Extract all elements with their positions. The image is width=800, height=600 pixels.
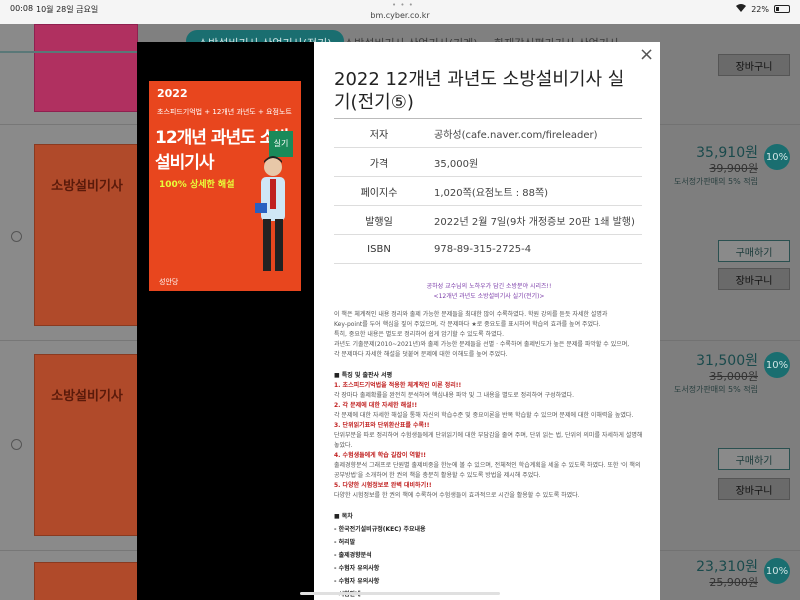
status-bar: 00:08 10월 28일 금요일 • • • bm.cyber.co.kr 2… [0, 0, 800, 24]
sale-price: 23,310원 [696, 559, 758, 575]
discount-badge: 10% [764, 144, 790, 170]
info-row: ISBN 978-89-315-2725-4 [334, 235, 642, 264]
info-row: 저자 공하성(cafe.naver.com/fireleader) [334, 119, 642, 148]
info-label: 가격 [369, 158, 389, 170]
buy-button-3[interactable]: 구매하기 [718, 448, 790, 470]
toc-item: - 허리말 [334, 539, 356, 546]
point-note: 도서정가판매의 5% 적립 [673, 177, 758, 186]
product-cover-2[interactable]: 소방설비기사 [34, 144, 138, 326]
info-row: 페이지수 1,020쪽(요점노트 : 88쪽) [334, 177, 642, 206]
cover-publisher: 성안당 [159, 278, 179, 286]
battery-percent: 22% [751, 4, 769, 14]
desc-paragraph: 과년도 기출문제(2010~2021년)와 출제 가능한 문제들을 선별 · 수… [334, 341, 630, 348]
feature-text: 단위부분을 따로 정리하여 수험생들에게 단위읽기에 대한 부담감을 줄여 주며… [334, 432, 643, 449]
cover-subtitle: 초스피드기억법 + 12개년 과년도 + 요점노트 [157, 108, 292, 116]
product-cover-title: 소방설비기사 [51, 389, 123, 404]
feature-title: 4. 수험생들에게 학습 길잡이 역할!! [334, 452, 427, 459]
original-price: 39,900원 [709, 162, 758, 175]
toc-item: - 수험자 유의사항 [334, 565, 380, 572]
toc-heading: ■ 목차 [334, 513, 353, 520]
feature-title: 3. 단위읽기표와 단위환산표를 수록!! [334, 422, 430, 429]
address-bar[interactable]: bm.cyber.co.kr [0, 11, 800, 20]
feature-title: 1. 초스피드기억법을 적용한 체계적인 이론 정리!! [334, 382, 462, 389]
feature-text: 다양한 시험정보를 한 권의 책에 수록하여 수험생들이 효과적으로 시간을 활… [334, 492, 580, 499]
cart-button-2[interactable]: 장바구니 [718, 268, 790, 290]
info-value: 2022년 2월 7일(9차 개정증보 20판 1쇄 발행) [434, 216, 635, 228]
original-price: 25,900원 [709, 576, 758, 589]
desc-series: <12개년 과년도 소방설비기사 실기(전기)> [433, 293, 545, 300]
close-icon[interactable]: × [639, 46, 654, 64]
info-value: 공하성(cafe.naver.com/fireleader) [434, 129, 598, 141]
status-icons: 22% [736, 4, 790, 14]
desc-paragraph: 특히, 중요한 내용은 별도로 정리하여 쉽게 암기할 수 있도록 하였다. [334, 331, 505, 338]
buy-button-2[interactable]: 구매하기 [718, 240, 790, 262]
cover-highlight: 100% 상세한 해설 [159, 180, 235, 190]
point-note: 도서정가판매의 5% 적립 [673, 385, 758, 394]
sale-price: 35,910원 [696, 145, 758, 161]
discount-badge: 10% [764, 558, 790, 584]
feature-title: 2. 각 문제에 대한 자세한 해설!! [334, 402, 418, 409]
product-image-column: 소방설비기사 소방설비기사 [0, 24, 138, 600]
feature-text: 출제경향분석 그래프로 단원별 출제비중을 한눈에 볼 수 있으며, 전체적인 … [334, 462, 641, 479]
home-indicator[interactable] [300, 592, 500, 595]
feature-text: 각 장마다 출제확률을 완전히 분석하여 핵심내용 파악 및 그 내용을 별도로… [334, 392, 575, 399]
product-cover-4[interactable] [34, 562, 138, 600]
info-value: 1,020쪽(요점노트 : 88쪽) [434, 187, 549, 199]
desc-paragraph: 각 문제마다 자세한 해설을 덧붙여 문제에 대한 이해도를 높여 주었다. [334, 351, 508, 358]
wifi-icon [736, 4, 747, 14]
info-row: 발행일 2022년 2월 7일(9차 개정증보 20판 1쇄 발행) [334, 206, 642, 235]
features-heading: ■ 특징 및 출판사 서평 [334, 372, 393, 379]
toc-item: - 한국전기설비규정(KEC) 주요내용 [334, 526, 426, 533]
book-info-table: 저자 공하성(cafe.naver.com/fireleader) 가격 35,00… [334, 118, 642, 264]
cart-button-1[interactable]: 장바구니 [718, 54, 790, 76]
cover-year: 2022 [157, 87, 188, 100]
product-cover-title: 소방설비기사 [51, 179, 123, 194]
info-label: 저자 [369, 129, 389, 141]
toc-item: - 출제경향분석 [334, 552, 372, 559]
feature-text: 각 문제에 대한 자세한 해설을 통해 자신의 학습수준 및 중요이론을 반복 … [334, 412, 634, 419]
book-cover-image: 2022 초스피드기억법 + 12개년 과년도 + 요점노트 12개년 과년도 … [149, 81, 301, 291]
price-column: 장바구니 35,910원 39,900원 10% 도서정가판매의 5% 적립 구… [660, 24, 800, 600]
author-photo-icon [255, 156, 285, 271]
cart-button-3[interactable]: 장바구니 [718, 478, 790, 500]
desc-tagline: 공하성 교수님의 노하우가 담긴 소방분야 시리즈!! [426, 283, 552, 290]
battery-icon [774, 5, 790, 13]
desc-paragraph: 이 책은 체계적인 내용 정리와 출제 가능한 문제들을 최대한 많이 수록하였… [334, 311, 608, 318]
info-label: 페이지수 [360, 187, 398, 199]
book-description: 공하성 교수님의 노하우가 담긴 소방분야 시리즈!! <12개년 과년도 소방… [334, 282, 644, 600]
info-value: 978-89-315-2725-4 [434, 243, 532, 255]
more-dots-icon[interactable]: • • • [392, 1, 414, 9]
info-label: ISBN [367, 243, 391, 255]
desc-paragraph: Key-point를 두어 핵심을 짚어 주었으며, 각 문제마다 ★로 중요도… [334, 321, 601, 328]
feature-title: 5. 다양한 시험정보로 완벽 대비하기!! [334, 482, 432, 489]
discount-badge: 10% [764, 352, 790, 378]
info-label: 발행일 [365, 216, 393, 228]
book-title: 2022 12개년 과년도 소방설비기사 실기(전기⑤) [334, 69, 625, 113]
product-cover-3[interactable]: 소방설비기사 [34, 354, 138, 536]
book-detail-modal: × 2022 12개년 과년도 소방설비기사 실기(전기⑤) 저자 공하성(caf… [314, 42, 660, 600]
select-radio-3[interactable] [11, 439, 22, 450]
toc-item: - 수험자 유의사항 [334, 578, 380, 585]
info-row: 가격 35,000원 [334, 148, 642, 177]
info-value: 35,000원 [434, 158, 479, 170]
select-radio-2[interactable] [11, 231, 22, 242]
sale-price: 31,500원 [696, 353, 758, 369]
original-price: 35,000원 [709, 370, 758, 383]
